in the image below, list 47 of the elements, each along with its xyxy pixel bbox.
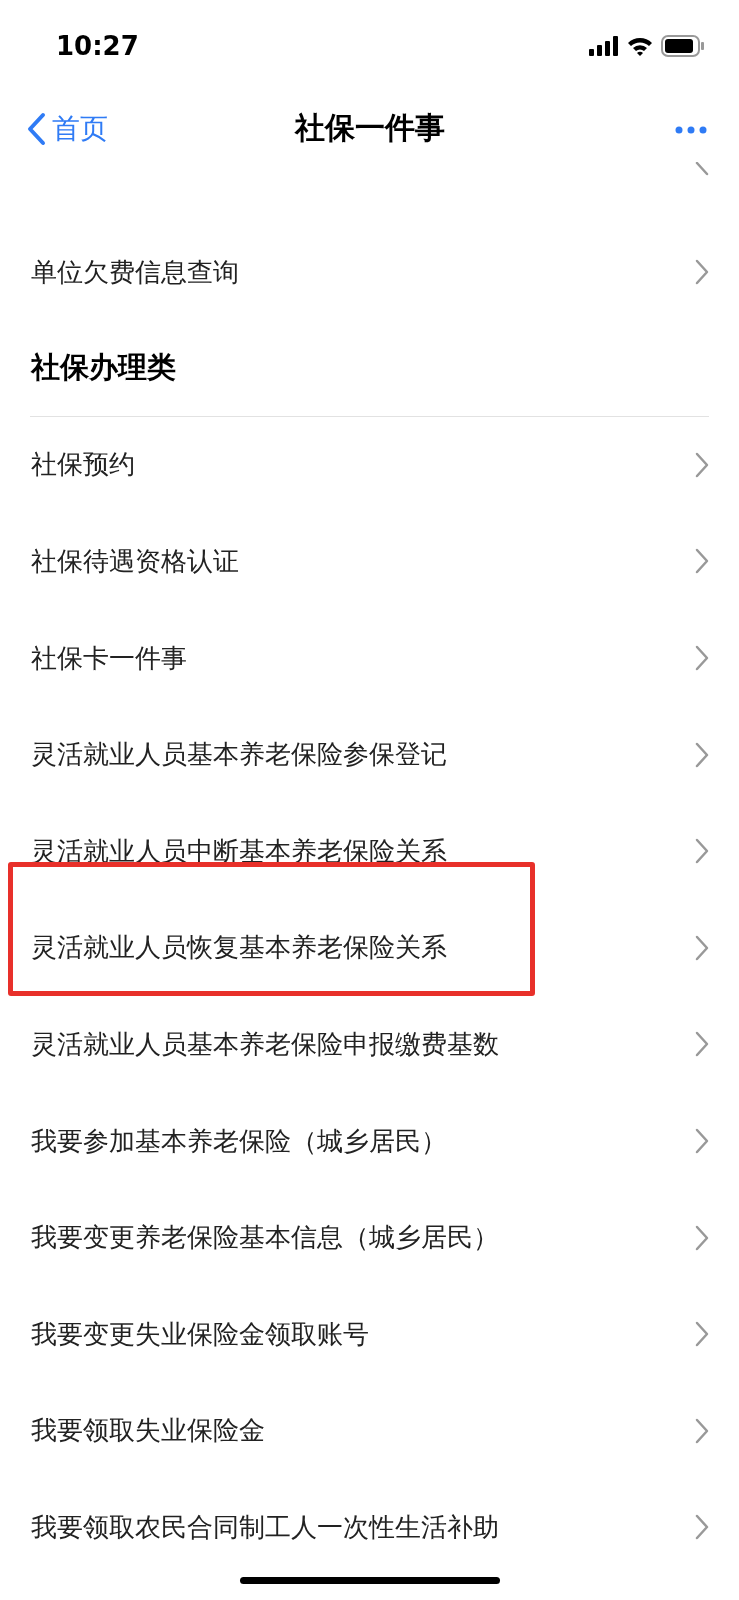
page-title: 社保一件事	[294, 108, 445, 147]
signal-icon	[589, 36, 619, 56]
list-item[interactable]: 我要参加基本养老保险（城乡居民）	[0, 1092, 739, 1190]
item-label: 我要变更失业保险金领取账号	[31, 1317, 369, 1351]
item-label: 灵活就业人员基本养老保险申报缴费基数	[31, 1027, 499, 1061]
chevron-right-icon	[695, 1031, 709, 1058]
item-label: 我要领取农民合同制工人一次性生活补助	[31, 1510, 499, 1544]
item-label: 单位欠费信息查询	[31, 255, 239, 289]
list-item[interactable]: 灵活就业人员恢复基本养老保险关系	[0, 899, 739, 997]
item-label: 社保预约	[31, 448, 135, 482]
wifi-icon	[627, 36, 653, 56]
list-item[interactable]: 社保待遇资格认证	[0, 513, 739, 610]
chevron-right-icon	[695, 1128, 709, 1155]
section-title: 社保办理类	[30, 349, 176, 387]
chevron-right-icon	[695, 1224, 709, 1251]
back-button[interactable]: 首页	[26, 108, 108, 150]
chevron-right-icon	[695, 838, 709, 865]
list-item[interactable]: 社保预约	[0, 416, 739, 514]
chevron-right-icon	[695, 645, 709, 672]
chevron-left-icon	[26, 112, 46, 146]
item-label: 我要参加基本养老保险（城乡居民）	[31, 1124, 447, 1158]
list-item[interactable]: 我要变更失业保险金领取账号	[0, 1285, 739, 1383]
list-item[interactable]: 我要领取农民合同制工人一次性生活补助	[0, 1479, 739, 1576]
list-item[interactable]: 灵活就业人员基本养老保险参保登记	[0, 706, 739, 803]
item-label: 我要领取失业保险金	[31, 1414, 265, 1448]
item-label: 我要变更养老保险基本信息（城乡居民）	[31, 1221, 499, 1255]
list-item[interactable]: 我要变更养老保险基本信息（城乡居民）	[0, 1189, 739, 1286]
item-label: 社保待遇资格认证	[31, 545, 239, 578]
chevron-right-icon	[695, 451, 709, 478]
chevron-right-icon	[695, 1417, 709, 1444]
more-icon	[675, 126, 707, 134]
battery-icon	[661, 35, 705, 57]
item-label: 灵活就业人员基本养老保险参保登记	[31, 738, 447, 772]
list-item[interactable]: 灵活就业人员基本养老保险申报缴费基数	[0, 996, 739, 1093]
chevron-right-icon	[695, 548, 709, 575]
chevron-right-icon	[695, 259, 709, 286]
chevron-right-icon	[695, 934, 709, 961]
chevron-right-icon	[695, 162, 709, 176]
list-item[interactable]: 单位欠费信息查询	[0, 224, 739, 321]
list-item[interactable]: 社保卡一件事	[0, 609, 739, 707]
item-label: 社保卡一件事	[31, 641, 187, 675]
chevron-right-icon	[695, 741, 709, 768]
chevron-right-icon	[695, 1514, 709, 1541]
chevron-right-icon	[695, 1321, 709, 1348]
item-label: 灵活就业人员恢复基本养老保险关系	[31, 931, 447, 965]
status-time: 10:27	[56, 29, 139, 63]
list-item[interactable]: 我要领取失业保险金	[0, 1382, 739, 1480]
